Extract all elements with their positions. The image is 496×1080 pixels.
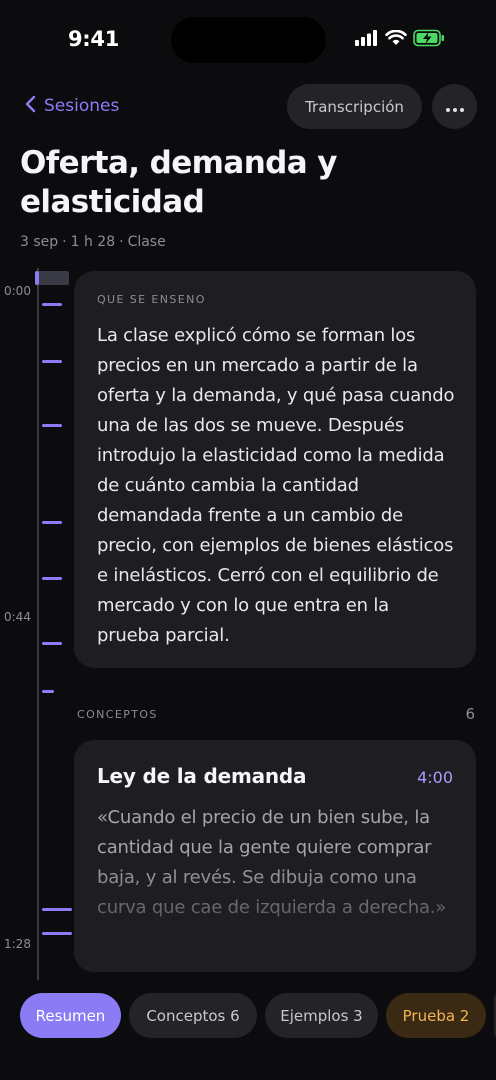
transcript-button[interactable]: Transcripción [287, 84, 422, 129]
timeline-marker[interactable] [42, 690, 54, 693]
timeline-marker[interactable] [42, 932, 72, 935]
timeline-marker[interactable] [42, 521, 62, 524]
session-type: Clase [127, 234, 166, 250]
tab-summary[interactable]: Resumen [20, 993, 121, 1038]
concepts-header: CONCEPTOS 6 [77, 705, 475, 723]
meta-separator: · [62, 234, 67, 250]
status-icons [355, 29, 445, 51]
session-duration: 1 h 28 [70, 234, 116, 250]
timeline-marker[interactable] [42, 642, 62, 645]
summary-text: La clase explicó cómo se forman los prec… [97, 325, 455, 646]
battery-charging-icon [413, 29, 445, 51]
session-timeline[interactable]: 0:00 0:44 1:28 [0, 268, 72, 980]
ellipsis-icon [445, 98, 464, 116]
back-label: Sesiones [44, 96, 120, 116]
concepts-section-label: CONCEPTOS [77, 707, 158, 721]
session-date: 3 sep [20, 234, 59, 250]
back-button[interactable]: Sesiones [24, 92, 119, 120]
status-time: 9:41 [68, 27, 120, 51]
concept-card[interactable]: Ley de la demanda 4:00 «Cuando el precio… [74, 740, 476, 972]
summary-card: QUE SE ENSENO La clase explicó cómo se f… [74, 271, 476, 668]
page-title: Oferta, demanda y elasticidad [20, 145, 337, 220]
chevron-left-icon [24, 95, 36, 118]
session-meta: 3 sep · 1 h 28 · Clase [20, 234, 166, 250]
timeline-playhead-marker [35, 271, 39, 285]
concept-fade-overlay [74, 862, 476, 972]
timeline-label-end: 1:28 [4, 937, 31, 951]
tab-quiz[interactable]: Prueba 2 [386, 993, 486, 1038]
meta-separator: · [119, 234, 124, 250]
more-button[interactable] [432, 84, 477, 129]
concept-title: Ley de la demanda [97, 764, 307, 788]
concept-timestamp[interactable]: 4:00 [417, 768, 453, 787]
summary-section-label: QUE SE ENSENO [97, 293, 206, 306]
bottom-tab-bar: Resumen Conceptos 6 Ejemplos 3 Prueba 2 [0, 980, 496, 1080]
timeline-marker[interactable] [42, 303, 62, 306]
dynamic-island [171, 17, 326, 63]
tab-concepts[interactable]: Conceptos 6 [129, 993, 257, 1038]
wifi-icon [385, 29, 407, 50]
timeline-marker[interactable] [42, 577, 62, 580]
timeline-track [37, 268, 39, 980]
status-bar: 9:41 [0, 0, 496, 80]
concepts-count: 6 [465, 705, 475, 723]
tab-examples[interactable]: Ejemplos 3 [265, 993, 378, 1038]
timeline-playhead[interactable] [35, 271, 69, 285]
timeline-marker[interactable] [42, 360, 62, 363]
timeline-marker[interactable] [42, 908, 72, 911]
timeline-label-start: 0:00 [4, 284, 31, 298]
timeline-label-middle: 0:44 [4, 610, 31, 624]
signal-icon [355, 30, 379, 50]
timeline-marker[interactable] [42, 424, 62, 427]
